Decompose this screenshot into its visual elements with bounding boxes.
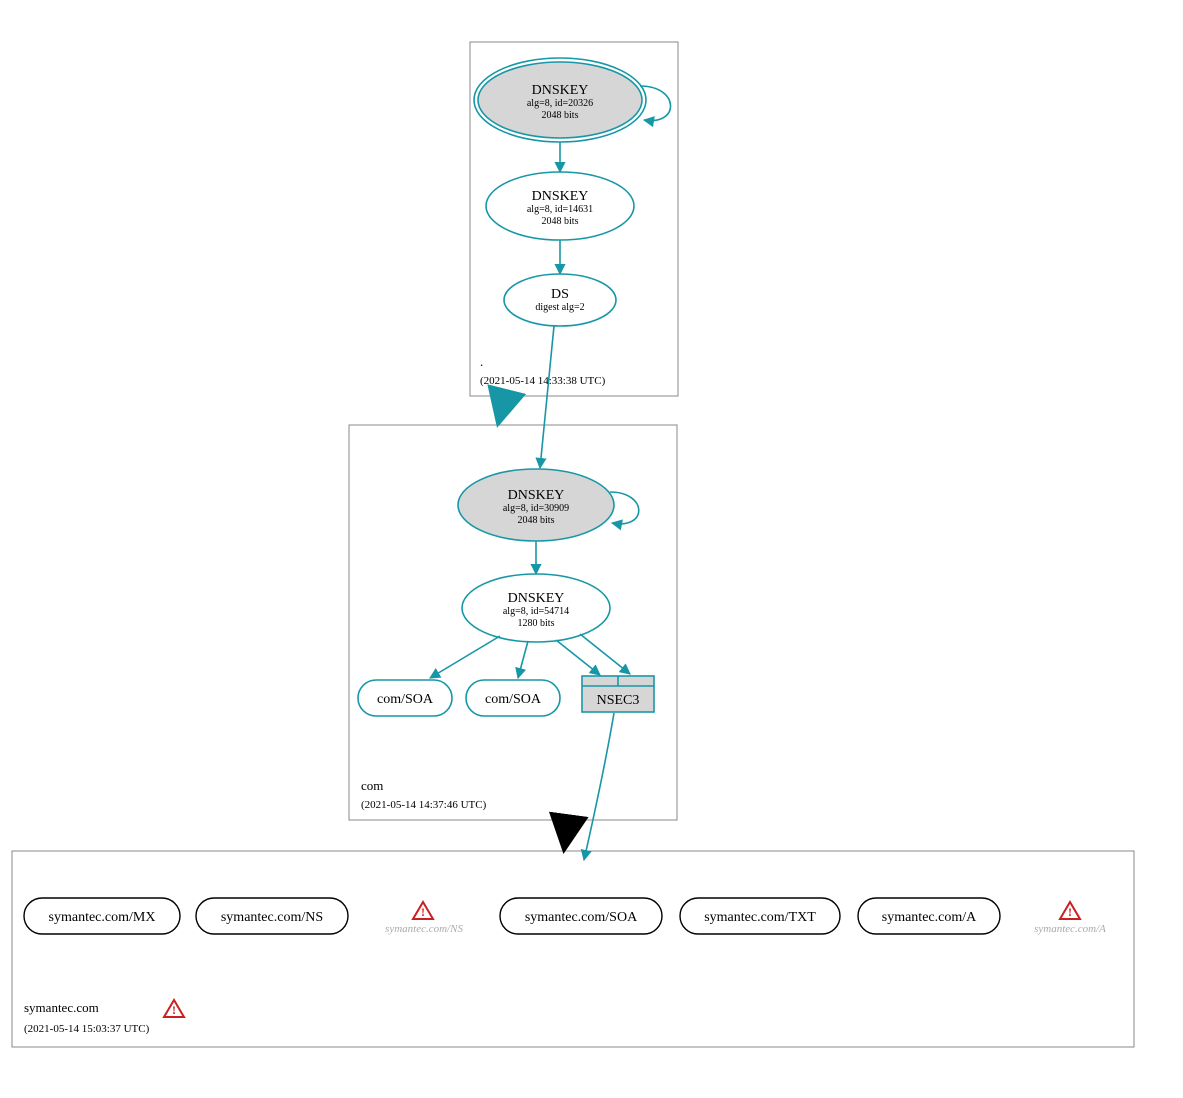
svg-text:DNSKEY: DNSKEY bbox=[532, 83, 589, 98]
svg-text:2048 bits: 2048 bits bbox=[518, 515, 555, 526]
zone-com-name: com bbox=[361, 778, 383, 793]
svg-text:NSEC3: NSEC3 bbox=[597, 693, 640, 708]
zone-root-name: . bbox=[480, 354, 483, 369]
edge-ds-to-com-ksk bbox=[540, 326, 554, 468]
svg-text:com/SOA: com/SOA bbox=[377, 692, 434, 707]
node-com-soa-1: com/SOA bbox=[358, 680, 452, 716]
svg-text:2048 bits: 2048 bits bbox=[542, 110, 579, 121]
node-nsec3: NSEC3 bbox=[582, 676, 654, 712]
node-symantec-mx: symantec.com/MX bbox=[24, 898, 180, 934]
svg-text:symantec.com/TXT: symantec.com/TXT bbox=[704, 910, 816, 925]
svg-text:alg=8, id=54714: alg=8, id=54714 bbox=[503, 606, 569, 617]
node-com-soa-2: com/SOA bbox=[466, 680, 560, 716]
edge-zsk-to-soa1 bbox=[430, 636, 500, 678]
edge-root-to-com-delegation bbox=[498, 396, 505, 424]
svg-text:2048 bits: 2048 bits bbox=[542, 216, 579, 227]
svg-text:symantec.com/A: symantec.com/A bbox=[882, 910, 977, 925]
svg-text:DNSKEY: DNSKEY bbox=[508, 488, 565, 503]
svg-text:!: ! bbox=[1068, 905, 1072, 919]
svg-text:alg=8, id=20326: alg=8, id=20326 bbox=[527, 98, 593, 109]
node-com-ksk: DNSKEY alg=8, id=30909 2048 bits bbox=[458, 469, 614, 541]
zone-root-time: (2021-05-14 14:33:38 UTC) bbox=[480, 375, 606, 387]
svg-text:alg=8, id=30909: alg=8, id=30909 bbox=[503, 503, 569, 514]
svg-text:symantec.com/NS: symantec.com/NS bbox=[385, 923, 463, 935]
node-symantec-txt: symantec.com/TXT bbox=[680, 898, 840, 934]
warning-icon: ! bbox=[1060, 902, 1080, 919]
edge-zsk-to-soa2 bbox=[518, 641, 528, 678]
node-symantec-a-warning: ! symantec.com/A bbox=[1034, 902, 1106, 935]
node-symantec-a: symantec.com/A bbox=[858, 898, 1000, 934]
node-symantec-soa: symantec.com/SOA bbox=[500, 898, 662, 934]
node-symantec-ns-warning: ! symantec.com/NS bbox=[385, 902, 463, 935]
svg-text:com/SOA: com/SOA bbox=[485, 692, 542, 707]
svg-text:DS: DS bbox=[551, 287, 569, 302]
node-symantec-ns: symantec.com/NS bbox=[196, 898, 348, 934]
edge-zsk-to-nsec3-b bbox=[580, 634, 630, 674]
node-root-zsk: DNSKEY alg=8, id=14631 2048 bits bbox=[486, 172, 634, 240]
warning-icon: ! bbox=[413, 902, 433, 919]
svg-text:symantec.com/NS: symantec.com/NS bbox=[221, 910, 323, 925]
svg-text:1280 bits: 1280 bits bbox=[518, 618, 555, 629]
svg-text:symantec.com/MX: symantec.com/MX bbox=[49, 910, 156, 925]
node-root-ds: DS digest alg=2 bbox=[504, 274, 616, 326]
svg-text:alg=8, id=14631: alg=8, id=14631 bbox=[527, 204, 593, 215]
svg-text:DNSKEY: DNSKEY bbox=[532, 189, 589, 204]
zone-com-time: (2021-05-14 14:37:46 UTC) bbox=[361, 799, 487, 811]
node-com-zsk: DNSKEY alg=8, id=54714 1280 bits bbox=[462, 574, 610, 642]
svg-text:!: ! bbox=[172, 1003, 176, 1017]
svg-text:digest alg=2: digest alg=2 bbox=[535, 302, 584, 313]
dnssec-diagram: . (2021-05-14 14:33:38 UTC) DNSKEY alg=8… bbox=[0, 0, 1183, 1098]
node-root-ksk: DNSKEY alg=8, id=20326 2048 bits bbox=[474, 58, 646, 142]
edge-com-to-symantec-delegation bbox=[564, 820, 568, 850]
zone-symantec-time: (2021-05-14 15:03:37 UTC) bbox=[24, 1023, 150, 1035]
edge-nsec3-to-symantec bbox=[584, 713, 614, 860]
svg-text:!: ! bbox=[421, 905, 425, 919]
svg-text:DNSKEY: DNSKEY bbox=[508, 591, 565, 606]
svg-text:symantec.com/A: symantec.com/A bbox=[1034, 923, 1106, 935]
zone-symantec-name: symantec.com bbox=[24, 1000, 99, 1015]
svg-text:symantec.com/SOA: symantec.com/SOA bbox=[525, 910, 638, 925]
zone-symantec-warning-icon: ! bbox=[164, 1000, 184, 1017]
